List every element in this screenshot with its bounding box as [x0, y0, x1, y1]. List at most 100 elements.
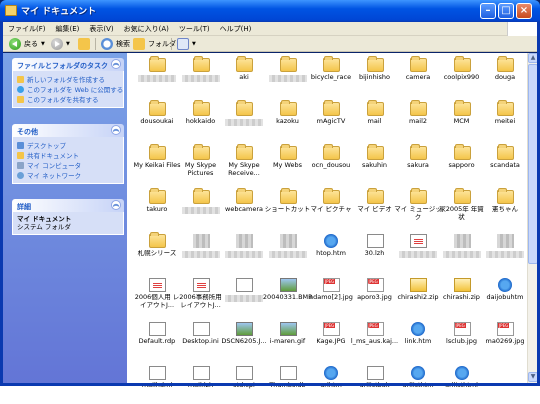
file-item[interactable]: mAgicTV — [306, 100, 356, 140]
file-item[interactable]: meitei — [480, 100, 530, 140]
file-item[interactable] — [393, 232, 443, 272]
file-item[interactable]: l_ms_aus.kaj... — [350, 320, 400, 360]
file-tasks-header[interactable]: ファイルとフォルダのタスク ︽ — [12, 58, 124, 71]
file-item[interactable]: ocn_dousou — [306, 144, 356, 184]
place-shared-documents[interactable]: 共有ドキュメント — [17, 150, 119, 160]
file-item[interactable] — [176, 56, 226, 96]
file-item[interactable]: daijobuhtm — [480, 276, 530, 316]
views-button[interactable]: ▼ — [177, 37, 196, 51]
place-desktop[interactable]: デスクトップ — [17, 140, 119, 150]
minimize-button[interactable]: – — [480, 3, 496, 19]
file-item[interactable]: mail2 — [393, 100, 443, 140]
title-bar[interactable]: マイ ドキュメント – □ × — [0, 0, 540, 22]
file-item[interactable] — [219, 100, 269, 140]
file-item[interactable]: coolpix990 — [437, 56, 487, 96]
task-share-folder[interactable]: このフォルダを共有する — [17, 94, 119, 104]
file-item[interactable]: Desktop.ini — [176, 320, 226, 360]
collapse-icon[interactable]: ︽ — [111, 59, 121, 69]
task-new-folder[interactable]: 新しいフォルダを作成する — [17, 74, 119, 84]
search-button[interactable]: 検索 — [101, 37, 130, 51]
file-item[interactable]: 家2005年 年賀状 — [437, 188, 487, 228]
file-item[interactable] — [176, 188, 226, 228]
file-item[interactable]: scandata — [480, 144, 530, 184]
file-item[interactable] — [132, 56, 182, 96]
file-item[interactable]: sapporo — [437, 144, 487, 184]
file-item[interactable]: mail — [350, 100, 400, 140]
file-item[interactable]: bicycle_race — [306, 56, 356, 96]
file-item[interactable]: DSCN6205.J... — [219, 320, 269, 360]
file-item[interactable]: 30.lzh — [350, 232, 400, 272]
close-button[interactable]: × — [516, 3, 532, 19]
file-item[interactable] — [437, 232, 487, 272]
file-item[interactable]: chirashi2.zip — [393, 276, 443, 316]
file-item[interactable] — [176, 232, 226, 272]
file-item[interactable]: sakuhin — [350, 144, 400, 184]
file-item[interactable]: lsclub.jpg — [437, 320, 487, 360]
file-item[interactable]: dousoukai — [132, 100, 182, 140]
file-item[interactable]: aporo3.jpg — [350, 276, 400, 316]
file-item[interactable]: sakura — [393, 144, 443, 184]
file-item[interactable] — [480, 232, 530, 272]
menu-view[interactable]: 表示(V) — [84, 22, 118, 36]
file-item[interactable]: My Skype Receive... — [219, 144, 269, 184]
file-label — [225, 119, 263, 126]
file-item[interactable] — [219, 232, 269, 272]
file-item[interactable]: webcamera — [219, 188, 269, 228]
file-item[interactable]: 20040331.BMP — [263, 276, 313, 316]
folder-icon — [279, 56, 297, 72]
folder-special-icon — [323, 188, 340, 204]
file-item[interactable]: My Keikai Files — [132, 144, 182, 184]
collapse-icon[interactable]: ︽ — [111, 200, 121, 210]
menu-tools[interactable]: ツール(T) — [174, 22, 215, 36]
file-item[interactable] — [263, 56, 313, 96]
folder-icon — [410, 144, 427, 160]
details-header[interactable]: 詳細 ︽ — [12, 199, 124, 212]
file-item[interactable]: 2006個人用 レイアウトJ... — [132, 276, 182, 316]
task-publish-web[interactable]: このフォルダを Web に公開する — [17, 84, 123, 94]
file-item[interactable]: link.htm — [393, 320, 443, 360]
folders-button[interactable]: フォルダ — [133, 37, 176, 51]
file-item[interactable]: chirashi.zip — [437, 276, 487, 316]
file-item[interactable]: kazoku — [263, 100, 313, 140]
other-places-header[interactable]: その他 ︽ — [12, 124, 124, 137]
file-item[interactable]: 2006事務所用 レイアウトJ... — [176, 276, 226, 316]
maximize-button[interactable]: □ — [498, 3, 514, 19]
file-item[interactable]: takuro — [132, 188, 182, 228]
file-item[interactable] — [263, 232, 313, 272]
file-item[interactable]: マイ ピクチャ — [306, 188, 356, 228]
file-item[interactable] — [219, 276, 269, 316]
file-item[interactable]: bijinhisho — [350, 56, 400, 96]
vertical-scrollbar[interactable]: ▲ ▼ — [527, 53, 538, 383]
file-item[interactable]: マイ ミュージック — [393, 188, 443, 228]
file-item[interactable]: My Skype Pictures — [176, 144, 226, 184]
file-item[interactable]: ショートカット — [263, 188, 313, 228]
file-label: chirashi2.zip — [397, 294, 439, 301]
file-label: Kage.JPG — [316, 338, 346, 345]
file-item[interactable]: htop.htm — [306, 232, 356, 272]
forward-button[interactable]: ▼ — [51, 37, 70, 51]
file-item[interactable]: aki — [219, 56, 269, 96]
file-item[interactable]: hokkaido — [176, 100, 226, 140]
place-my-computer[interactable]: マイ コンピュータ — [17, 160, 119, 170]
up-folder-button[interactable] — [78, 37, 93, 51]
file-item[interactable]: 憲ちゃん — [480, 188, 530, 228]
file-item[interactable]: マイ ビデオ — [350, 188, 400, 228]
menu-favorites[interactable]: お気に入り(A) — [119, 22, 174, 36]
file-item[interactable]: adamo[2].jpg — [306, 276, 356, 316]
menu-help[interactable]: ヘルプ(H) — [215, 22, 257, 36]
menu-file[interactable]: ファイル(F) — [3, 22, 51, 36]
file-item[interactable]: camera — [393, 56, 443, 96]
file-item[interactable]: ma0269.jpg — [480, 320, 530, 360]
collapse-icon[interactable]: ︽ — [111, 125, 121, 135]
file-item[interactable]: Default.rdp — [132, 320, 182, 360]
back-button[interactable]: 戻る ▼ — [9, 37, 45, 51]
file-item[interactable]: MCM — [437, 100, 487, 140]
menu-edit[interactable]: 編集(E) — [51, 22, 85, 36]
file-item[interactable]: douga — [480, 56, 530, 96]
file-item[interactable]: My Webs — [263, 144, 313, 184]
file-item[interactable]: i-maren.gif — [263, 320, 313, 360]
file-label: aporo3.jpg — [357, 294, 392, 301]
file-item[interactable]: Kage.JPG — [306, 320, 356, 360]
place-my-network[interactable]: マイ ネットワーク — [17, 170, 119, 180]
file-item[interactable]: 札幌シリーズ — [132, 232, 182, 272]
